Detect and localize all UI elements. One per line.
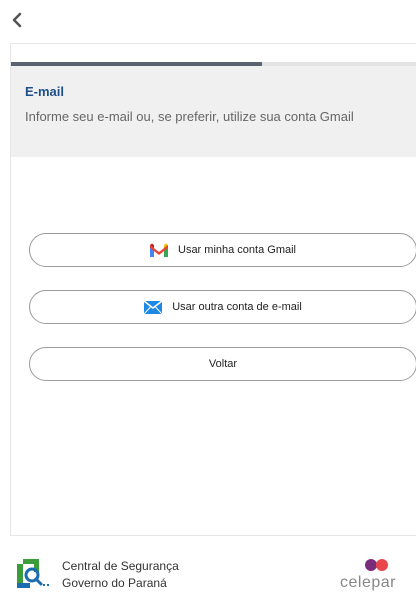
celepar-logo-icon — [363, 558, 393, 572]
organization-line-1: Central de Segurança — [62, 559, 179, 573]
back-button[interactable]: Voltar — [29, 347, 416, 381]
footer: Central de Segurança Governo do Paraná c… — [0, 536, 416, 595]
step-subtitle: Informe seu e-mail ou, se preferir, util… — [25, 109, 354, 124]
organization-name: Central de Segurança Governo do Paraná — [62, 558, 179, 592]
gmail-button[interactable]: Usar minha conta Gmail — [29, 233, 416, 267]
other-email-button[interactable]: Usar outra conta de e-mail — [29, 290, 416, 324]
envelope-icon — [144, 300, 163, 314]
other-email-button-label: Usar outra conta de e-mail — [172, 301, 302, 313]
back-button-label: Voltar — [208, 358, 238, 370]
parana-logo-icon — [17, 559, 53, 589]
top-bar — [0, 0, 416, 42]
back-arrow-icon[interactable] — [6, 8, 28, 32]
gmail-icon — [150, 243, 168, 257]
organization-line-2: Governo do Paraná — [62, 576, 167, 590]
step-header: E-mail Informe seu e-mail ou, se preferi… — [11, 66, 416, 157]
celepar-wordmark: celepar — [340, 574, 396, 591]
gmail-button-label: Usar minha conta Gmail — [178, 244, 296, 256]
step-title: E-mail — [25, 84, 65, 99]
login-card: E-mail Informe seu e-mail ou, se preferi… — [10, 43, 416, 536]
